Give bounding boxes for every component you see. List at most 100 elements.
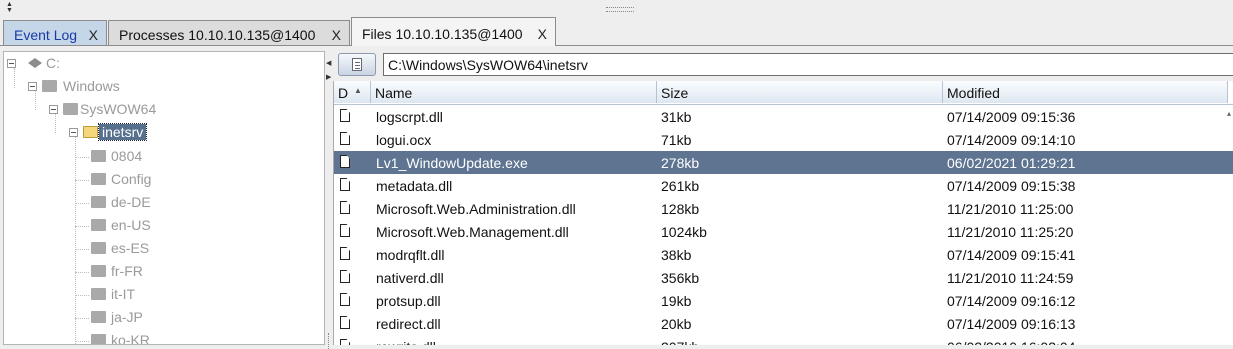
- splitter-grip-icon[interactable]: [328, 333, 331, 349]
- table-row[interactable]: Microsoft.Web.Administration.dll 128kb 11/…: [334, 197, 1233, 220]
- path-bar: [333, 51, 1233, 79]
- file-name-cell: rewrite.dll: [376, 339, 436, 345]
- tree-label: en-US: [111, 217, 151, 233]
- close-tab-button[interactable]: X: [332, 27, 341, 43]
- tab-label: Files 10.10.10.135@1400: [362, 26, 523, 42]
- folder-icon: [63, 103, 78, 115]
- file-modified-cell: 07/14/2009 09:15:38: [947, 178, 1076, 194]
- file-icon: [340, 109, 350, 122]
- table-row[interactable]: modrqflt.dll 38kb 07/14/2009 09:15:41: [334, 243, 1233, 266]
- open-folder-icon: [83, 126, 98, 138]
- document-icon: [352, 58, 362, 71]
- sort-ascending-icon: ▲: [354, 86, 362, 95]
- file-name-cell: Microsoft.Web.Administration.dll: [376, 201, 576, 217]
- folder-icon: [91, 334, 106, 344]
- folder-icon: [91, 288, 106, 300]
- file-icon: [340, 270, 350, 283]
- drive-icon: [28, 58, 42, 68]
- file-modified-cell: 07/14/2009 09:16:12: [947, 293, 1076, 309]
- tree-label: it-IT: [111, 286, 136, 302]
- collapse-left-icon[interactable]: ◀: [326, 59, 331, 67]
- tree-label: SysWOW64: [80, 101, 157, 117]
- file-modified-cell: 07/14/2009 09:15:36: [947, 109, 1076, 125]
- table-row[interactable]: Lv1_WindowUpdate.exe 278kb 06/02/2021 01:2…: [334, 151, 1233, 174]
- close-tab-button[interactable]: X: [538, 26, 547, 42]
- file-size-cell: 278kb: [661, 155, 700, 171]
- table-row[interactable]: redirect.dll 20kb 07/14/2009 09:16:13: [334, 312, 1233, 335]
- tree-label: Config: [111, 171, 152, 187]
- file-icon: [340, 224, 350, 237]
- file-modified-cell: 11/21/2010 11:25:20: [947, 224, 1074, 240]
- tree-label-selected: inetsrv: [97, 123, 148, 141]
- file-modified-cell: 06/02/2010 16:02:04: [947, 339, 1075, 345]
- file-name-cell: protsup.dll: [376, 293, 441, 309]
- file-name-cell: redirect.dll: [376, 316, 441, 332]
- file-name-cell: logscrpt.dll: [376, 109, 443, 125]
- tab-label: Event Log: [14, 27, 78, 43]
- file-icon: [340, 132, 350, 145]
- folder-icon: [91, 219, 106, 231]
- file-name-cell: metadata.dll: [376, 178, 453, 194]
- file-size-cell: 128kb: [661, 201, 700, 217]
- table-row[interactable]: protsup.dll 19kb 07/14/2009 09:16:12: [334, 289, 1233, 312]
- top-strip: ▲ ▼: [0, 0, 1233, 17]
- collapse-icon[interactable]: [49, 105, 58, 114]
- table-row[interactable]: logui.ocx 71kb 07/14/2009 09:14:10: [334, 128, 1233, 151]
- table-header: D ▲ Name Size Modified: [334, 81, 1233, 105]
- file-modified-cell: 11/21/2010 11:24:59: [947, 270, 1074, 286]
- file-icon: [340, 293, 350, 306]
- file-size-cell: 20kb: [661, 316, 692, 332]
- table-row[interactable]: rewrite.dll 207kb 06/02/2010 16:02:04: [334, 335, 1233, 345]
- file-icon: [340, 201, 350, 214]
- tab-event-log[interactable]: Event Log X: [3, 20, 107, 45]
- collapse-icon[interactable]: [7, 59, 16, 68]
- column-label: D: [338, 85, 349, 101]
- folder-icon: [91, 311, 106, 323]
- table-row[interactable]: Microsoft.Web.Management.dll 1024kb 11/21/…: [334, 220, 1233, 243]
- collapse-right-icon[interactable]: ▶: [326, 73, 331, 81]
- tab-bar: Event Log X Processes 10.10.10.135@1400 …: [0, 16, 1233, 46]
- column-header-modified[interactable]: Modified: [943, 81, 1228, 103]
- collapse-icon[interactable]: [69, 128, 78, 137]
- tree-label: 0804: [111, 148, 143, 164]
- tab-processes[interactable]: Processes 10.10.10.135@1400 X: [108, 20, 350, 45]
- file-name-cell: logui.ocx: [376, 132, 432, 148]
- column-label: Name: [375, 85, 413, 101]
- tree-label: Windows: [63, 78, 120, 94]
- collapse-arrows-icon[interactable]: ▲ ▼: [6, 1, 13, 14]
- close-tab-button[interactable]: X: [89, 27, 98, 43]
- file-size-cell: 71kb: [661, 132, 692, 148]
- path-input[interactable]: [383, 53, 1233, 76]
- file-modified-cell: 07/14/2009 09:16:13: [947, 316, 1076, 332]
- file-size-cell: 207kb: [661, 339, 699, 345]
- folder-tree[interactable]: C: Windows SysWOW64 inetsrv 0804 Config …: [3, 51, 325, 345]
- file-table[interactable]: D ▲ Name Size Modified ▴ logscrpt.dll 31k…: [333, 81, 1233, 345]
- file-modified-cell: 07/14/2009 09:14:10: [947, 132, 1076, 148]
- tree-label: fr-FR: [111, 263, 143, 279]
- column-header-name[interactable]: Name: [371, 81, 657, 103]
- table-row[interactable]: logscrpt.dll 31kb 07/14/2009 09:15:36: [334, 105, 1233, 128]
- collapse-icon[interactable]: [28, 82, 37, 91]
- column-header-d[interactable]: D ▲: [334, 81, 371, 103]
- file-size-cell: 19kb: [661, 293, 692, 309]
- folder-icon: [91, 242, 106, 254]
- folder-icon: [91, 150, 106, 162]
- tree-label: C:: [46, 55, 60, 71]
- document-button[interactable]: [338, 53, 376, 76]
- folder-icon: [91, 265, 106, 277]
- file-modified-cell: 06/02/2021 01:29:21: [947, 155, 1076, 171]
- column-header-size[interactable]: Size: [657, 81, 943, 103]
- table-row[interactable]: metadata.dll 261kb 07/14/2009 09:15:38: [334, 174, 1233, 197]
- tab-divider: [0, 45, 1233, 46]
- tree-label: es-ES: [111, 240, 150, 256]
- folder-icon: [42, 80, 57, 92]
- folder-icon: [91, 196, 106, 208]
- resize-grip-icon[interactable]: [606, 7, 634, 12]
- file-icon: [340, 339, 350, 345]
- table-row[interactable]: nativerd.dll 356kb 11/21/2010 11:24:59: [334, 266, 1233, 289]
- file-size-cell: 356kb: [661, 270, 700, 286]
- file-size-cell: 31kb: [661, 109, 692, 125]
- column-label: Size: [661, 85, 689, 101]
- pane-splitter[interactable]: ◀ ▶: [326, 51, 333, 349]
- tab-files[interactable]: Files 10.10.10.135@1400 X: [351, 17, 556, 46]
